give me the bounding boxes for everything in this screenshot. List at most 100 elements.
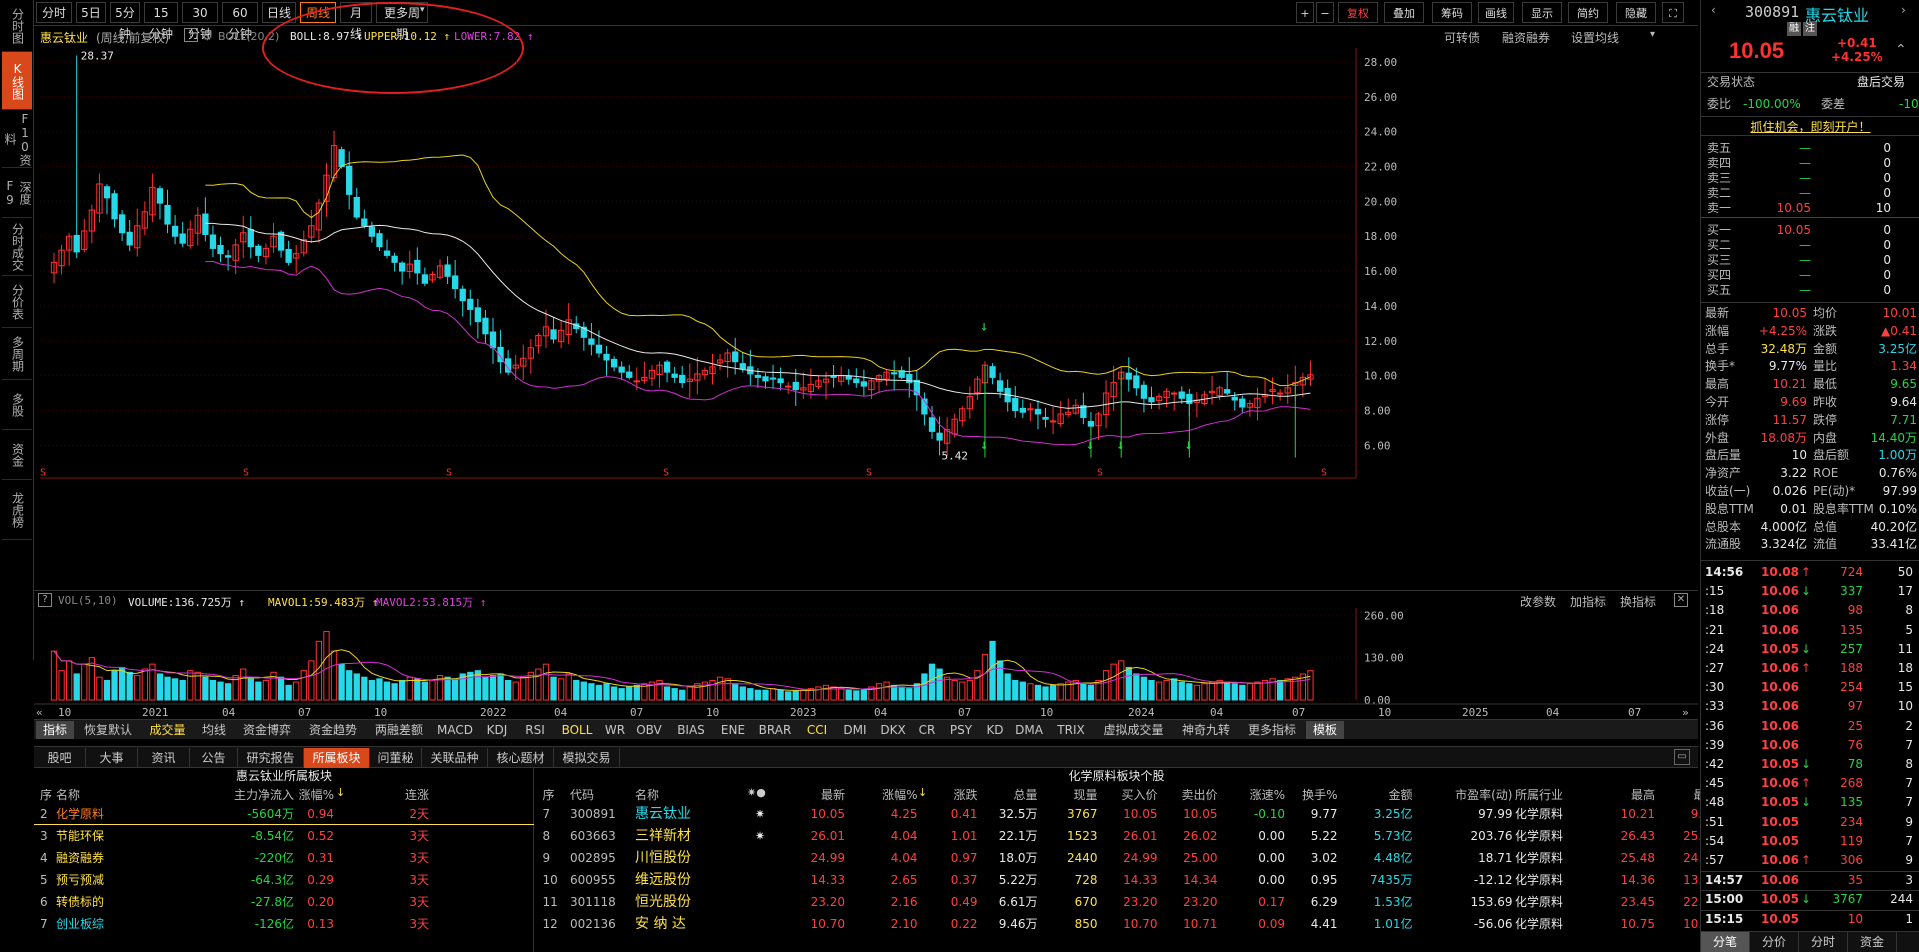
nav-next-icon[interactable]: › (1901, 3, 1906, 17)
gear-icon[interactable]: ⚙ (202, 29, 213, 43)
indicator-tab-22[interactable]: DMA (1011, 721, 1047, 739)
indicator-tab-14[interactable]: ENE (715, 721, 751, 739)
toolbar-right-8[interactable]: 隐藏 (1616, 2, 1656, 23)
indicator-tab-13[interactable]: BIAS (669, 721, 713, 739)
volume-chart[interactable]: 260.00130.000.00« »10 2021 04 07 10 2022 04 07 10… (34, 608, 1698, 718)
toolbar-right-3[interactable]: 叠加 (1384, 2, 1424, 23)
quote-tab-0[interactable]: 分笔 (1701, 932, 1750, 952)
left-tab-8[interactable]: 资金 (2, 430, 32, 480)
toolbar-right-7[interactable]: 简约 (1568, 2, 1608, 23)
constituent-row[interactable]: 12 002136 安 纳 达 10.70 2.10 0.22 9.46万 850 10.70 1… (535, 913, 1718, 935)
kline-chart[interactable]: 28.00 26.00 24.00 22.00 20.00 18.00 16.00 14.00… (34, 48, 1698, 588)
toolbar-right-6[interactable]: 显示 (1522, 2, 1562, 23)
constituent-header-12[interactable]: 换手% (1293, 786, 1337, 803)
toolbar-right-0[interactable]: + (1296, 2, 1314, 23)
left-tab-9[interactable]: 龙虎榜 (2, 480, 32, 540)
column-config-icon[interactable]: ✷● (747, 786, 766, 799)
indicator-tab-19[interactable]: CR (913, 721, 941, 739)
indicator-tab-10[interactable]: BOLL (555, 721, 599, 739)
constituent-header-13[interactable]: 金额 (1348, 786, 1412, 803)
panel-tab-0[interactable]: 股吧 (34, 748, 86, 768)
constituent-header-10[interactable]: 卖出价 (1168, 786, 1217, 803)
indicator-tab-24[interactable]: 虚拟成交量 (1095, 721, 1172, 739)
sector-header-2[interactable]: 主力净流入 (184, 786, 294, 803)
indicator-tab-23[interactable]: TRIX (1049, 721, 1093, 739)
chevron-down-icon[interactable]: ▾ (1650, 29, 1655, 40)
open-account-link[interactable]: 抓住机会，即刻开户！ (1701, 116, 1919, 136)
constituent-header-8[interactable]: 现量 (1053, 786, 1097, 803)
constituent-header-0[interactable]: 序 (543, 786, 566, 803)
indicator-tab-2[interactable]: 成交量 (142, 721, 193, 739)
period-tab-0[interactable]: 分时 (36, 2, 72, 23)
left-tab-6[interactable]: 多周期 (2, 328, 32, 380)
indicator-tab-7[interactable]: MACD (433, 721, 477, 739)
toolbar-right-5[interactable]: 画线 (1478, 2, 1514, 23)
indicator-tab-25[interactable]: 神奇九转 (1174, 721, 1238, 739)
expand-icon[interactable]: ⛶ (1662, 2, 1684, 23)
constituent-header-9[interactable]: 买入价 (1108, 786, 1157, 803)
sector-header-0[interactable]: 序 (40, 786, 54, 803)
constituent-header-11[interactable]: 涨速% (1235, 786, 1285, 803)
indicator-tab-0[interactable]: 指标 (36, 721, 74, 739)
constituent-row[interactable]: 9 002895 川恒股份 24.99 4.04 0.97 18.0万 2440 24.99 25… (535, 847, 1718, 869)
panel-tab-7[interactable]: 关联品种 (422, 748, 488, 768)
sector-row[interactable]: 2 化学原料 -5604万 0.94 2天 (34, 803, 534, 825)
panel-tab-5[interactable]: 所属板块 (304, 748, 370, 768)
panel-tab-9[interactable]: 模拟交易 (554, 748, 620, 768)
constituent-header-7[interactable]: 总量 (988, 786, 1037, 803)
convertible-bond-link[interactable]: 可转债 (1444, 29, 1480, 46)
sector-row[interactable]: 6 转债标的 -27.8亿 0.20 3天 (34, 891, 534, 913)
panel-tab-1[interactable]: 大事 (86, 748, 138, 768)
sector-header-3[interactable]: 涨幅% (284, 786, 334, 803)
indicator-tab-21[interactable]: KD (981, 721, 1009, 739)
indicator-tab-4[interactable]: 资金博弈 (235, 721, 299, 739)
indicator-tab-26[interactable]: 更多指标 (1240, 721, 1304, 739)
indicator-tab-6[interactable]: 两融差额 (367, 721, 431, 739)
ask-row[interactable]: 卖一 10.05 10 (1701, 200, 1919, 217)
indicator-tab-5[interactable]: 资金趋势 (301, 721, 365, 739)
period-tab-4[interactable]: 30分钟 (182, 2, 218, 41)
help-button[interactable]: ? (184, 28, 198, 42)
set-ma-link[interactable]: 设置均线 (1571, 29, 1619, 46)
quote-tab-3[interactable]: 资金 (1848, 932, 1897, 952)
sector-row[interactable]: 5 预亏预减 -64.3亿 0.29 3天 (34, 869, 534, 891)
left-tab-2[interactable]: F10资料 (2, 110, 32, 168)
panel-tab-8[interactable]: 核心题材 (488, 748, 554, 768)
collapse-icon[interactable]: ⌃ (1895, 42, 1907, 58)
constituent-header-1[interactable]: 代码 (570, 786, 630, 803)
constituent-header-15[interactable]: 所属行业 (1515, 786, 1590, 803)
indicator-tab-1[interactable]: 恢复默认 (76, 721, 140, 739)
margin-trading-link[interactable]: 融资融券 (1502, 29, 1550, 46)
sector-row[interactable]: 3 节能环保 -8.54亿 0.52 3天 (34, 825, 534, 847)
nav-prev-icon[interactable]: ‹ (1711, 3, 1716, 17)
constituent-header-4[interactable]: 最新 (798, 786, 845, 803)
period-tab-2[interactable]: 5分钟 (110, 2, 140, 41)
toolbar-right-2[interactable]: 复权 (1338, 2, 1378, 23)
quote-tab-1[interactable]: 分价 (1750, 932, 1799, 952)
toolbar-right-4[interactable]: 筹码 (1432, 2, 1472, 23)
sector-row[interactable]: 7 创业板综 -126亿 0.13 3天 (34, 913, 534, 935)
bid-row[interactable]: 买五 — 0 (1701, 282, 1919, 299)
period-tab-3[interactable]: 15分钟 (144, 2, 178, 41)
left-tab-3[interactable]: 深度F9 (2, 168, 32, 218)
constituent-header-6[interactable]: 涨跌 (933, 786, 977, 803)
indicator-tab-9[interactable]: RSI (517, 721, 553, 739)
indicator-tab-20[interactable]: PSY (943, 721, 979, 739)
quote-tab-2[interactable]: 分时 (1799, 932, 1848, 952)
indicator-tab-17[interactable]: DMI (837, 721, 873, 739)
left-tab-7[interactable]: 多股 (2, 380, 32, 430)
sector-header-4[interactable]: 连涨 (379, 786, 429, 803)
left-tab-1[interactable]: K线图 (2, 52, 32, 110)
toolbar-right-1[interactable]: − (1316, 2, 1334, 23)
indicator-tab-3[interactable]: 均线 (195, 721, 233, 739)
constituent-row[interactable]: 11 301118 恒光股份 23.20 2.16 0.49 6.61万 670 23.20 23… (535, 891, 1718, 913)
panel-tab-3[interactable]: 公告 (190, 748, 238, 768)
indicator-tab-18[interactable]: DKX (875, 721, 911, 739)
indicator-tab-16[interactable]: CCI (799, 721, 835, 739)
left-tab-5[interactable]: 分价表 (2, 276, 32, 328)
sector-header-1[interactable]: 名称 (56, 786, 146, 803)
panel-tab-2[interactable]: 资讯 (138, 748, 190, 768)
constituent-header-16[interactable]: 最高 (1605, 786, 1655, 803)
constituent-row[interactable]: 10 600955 维远股份 14.33 2.65 0.37 5.22万 728 14.33 14… (535, 869, 1718, 891)
indicator-tab-12[interactable]: OBV (631, 721, 667, 739)
